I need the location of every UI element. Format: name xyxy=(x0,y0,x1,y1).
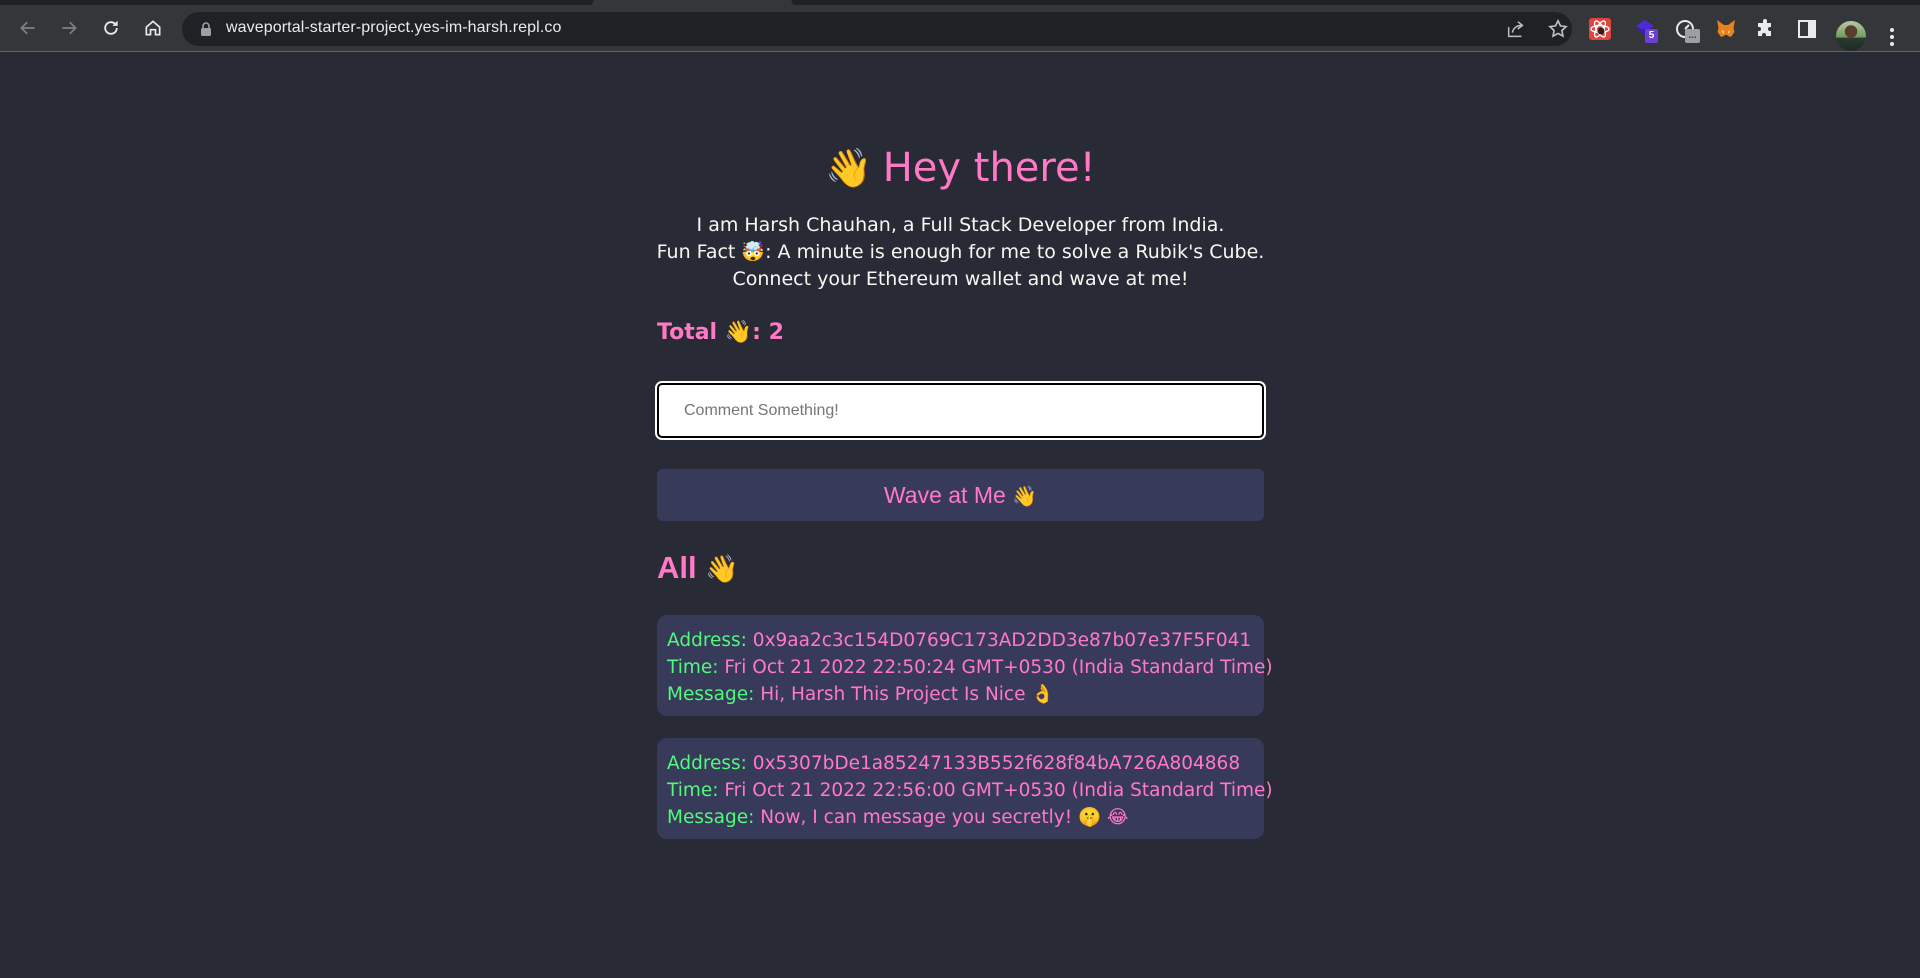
waving-hand-icon: 👋 xyxy=(724,320,753,345)
waving-hand-icon: 👋 xyxy=(1012,485,1038,508)
extension-badge: 5 xyxy=(1645,29,1658,43)
wave-button-label: Wave at Me xyxy=(883,481,1013,508)
bio-line-1: I am Harsh Chauhan, a Full Stack Develop… xyxy=(696,214,1225,236)
message-label: Message: xyxy=(667,807,761,828)
wave-address-row: Address: 0x9aa2c3c154D0769C173AD2DD3e87b… xyxy=(667,627,1254,654)
home-button[interactable] xyxy=(139,14,167,42)
side-panel-button[interactable] xyxy=(1793,15,1821,43)
page-body: 👋 Hey there! I am Harsh Chauhan, a Full S… xyxy=(0,52,1920,978)
extension-badge: ... xyxy=(1685,29,1700,43)
back-button[interactable] xyxy=(14,14,42,42)
wave-address: 0x9aa2c3c154D0769C173AD2DD3e87b07e37F5F0… xyxy=(752,630,1252,651)
home-icon xyxy=(145,20,161,36)
menu-dot xyxy=(1890,42,1894,46)
waving-hand-icon: 👋 xyxy=(825,146,873,190)
reload-button[interactable] xyxy=(97,14,125,42)
bio-line-2: Fun Fact 🤯: A minute is enough for me to… xyxy=(617,239,1304,266)
reload-icon xyxy=(104,20,118,35)
wave-address-row: Address: 0x5307bDe1a85247133B552f628f84b… xyxy=(667,750,1254,777)
wave-message-row: Message: Hi, Harsh This Project Is Nice … xyxy=(667,681,1254,708)
active-tab[interactable] xyxy=(590,0,795,8)
arrow-left-icon xyxy=(20,21,35,35)
wave-address: 0x5307bDe1a85247133B552f628f84bA726A8048… xyxy=(752,753,1241,774)
lock-icon xyxy=(201,22,211,36)
metamask-fox-icon xyxy=(1717,20,1735,37)
total-label: Total xyxy=(657,320,725,345)
puzzle-icon xyxy=(1758,19,1771,36)
message-label: Message: xyxy=(667,684,761,705)
wave-time: Fri Oct 21 2022 22:50:24 GMT+0530 (India… xyxy=(724,657,1273,678)
profile-avatar[interactable] xyxy=(1836,21,1866,51)
share-icon[interactable] xyxy=(1505,18,1527,40)
time-label: Time: xyxy=(667,657,725,678)
total-count: 2 xyxy=(768,320,784,345)
extensions-button[interactable] xyxy=(1752,15,1780,43)
address-label: Address: xyxy=(667,630,753,651)
bio: I am Harsh Chauhan, a Full Stack Develop… xyxy=(617,212,1304,293)
arrow-right-icon xyxy=(62,21,77,35)
react-devtools-extension[interactable] xyxy=(1586,15,1614,43)
page-title: 👋 Hey there! xyxy=(657,140,1264,196)
tab-strip xyxy=(0,0,1920,8)
metamask-extension[interactable] xyxy=(1712,15,1740,43)
exploding-head-icon: 🤯 xyxy=(741,241,766,263)
react-devtools-icon xyxy=(1589,18,1611,40)
browser-toolbar: waveportal-starter-project.yes-im-harsh.… xyxy=(0,8,1920,52)
wave-card: Address: 0x5307bDe1a85247133B552f628f84b… xyxy=(657,738,1273,839)
bookmark-star-icon[interactable] xyxy=(1547,18,1569,40)
wave-button[interactable]: Wave at Me 👋 xyxy=(657,469,1264,521)
all-waves-heading: All 👋 xyxy=(657,550,739,586)
side-panel-icon xyxy=(1798,20,1816,38)
wave-time-row: Time: Fri Oct 21 2022 22:56:00 GMT+0530 … xyxy=(667,777,1273,804)
wave-time: Fri Oct 21 2022 22:56:00 GMT+0530 (India… xyxy=(724,780,1273,801)
page-title-text: Hey there! xyxy=(882,145,1096,191)
menu-dot xyxy=(1890,35,1894,39)
all-waves-label: All xyxy=(657,550,706,585)
address-bar[interactable]: waveportal-starter-project.yes-im-harsh.… xyxy=(182,12,1572,46)
comment-input[interactable] xyxy=(655,381,1266,440)
wave-card: Address: 0x9aa2c3c154D0769C173AD2DD3e87b… xyxy=(657,615,1273,716)
wave-time-row: Time: Fri Oct 21 2022 22:50:24 GMT+0530 … xyxy=(667,654,1273,681)
total-waves: Total 👋: 2 xyxy=(657,320,784,345)
bio-line-3: Connect your Ethereum wallet and wave at… xyxy=(732,268,1189,290)
speed-extension[interactable]: ... xyxy=(1672,15,1700,43)
stack-extension[interactable]: 5 xyxy=(1631,15,1659,43)
bio-line-2-prefix: Fun Fact xyxy=(656,241,742,263)
wave-message: Hi, Harsh This Project Is Nice 👌 xyxy=(760,684,1055,705)
url-text[interactable]: waveportal-starter-project.yes-im-harsh.… xyxy=(226,19,561,37)
address-label: Address: xyxy=(667,753,753,774)
wave-message-row: Message: Now, I can message you secretly… xyxy=(667,804,1254,831)
menu-dot xyxy=(1890,28,1894,32)
forward-button[interactable] xyxy=(55,14,83,42)
bio-line-2-suffix: : A minute is enough for me to solve a R… xyxy=(765,241,1265,263)
wave-message: Now, I can message you secretly! 🤫 😂 xyxy=(760,807,1129,828)
waving-hand-icon: 👋 xyxy=(705,554,739,584)
total-separator: : xyxy=(752,320,769,345)
time-label: Time: xyxy=(667,780,725,801)
browser-menu-button[interactable] xyxy=(1878,23,1906,51)
